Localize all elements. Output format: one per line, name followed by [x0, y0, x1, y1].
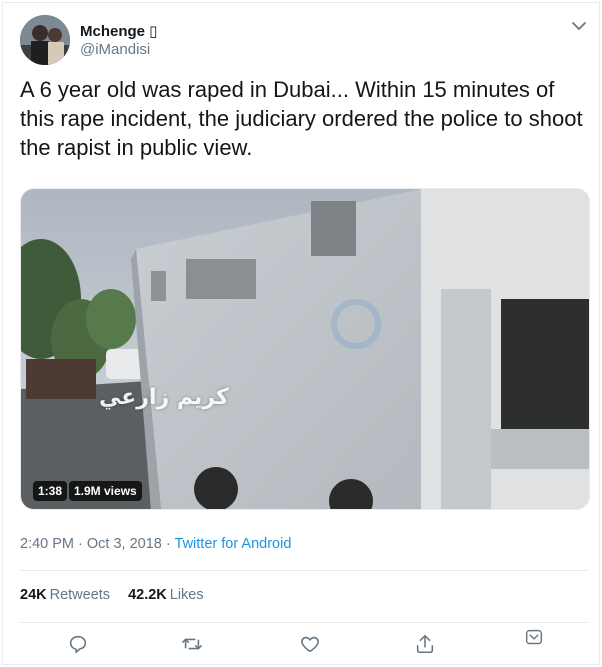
share-icon[interactable]: [414, 633, 436, 655]
meta-separator: ·: [78, 536, 83, 552]
author-name[interactable]: Mchenge ▯: [80, 22, 157, 40]
bookmark-icon[interactable]: [523, 627, 545, 649]
tweet-source-link[interactable]: Twitter for Android: [175, 536, 292, 552]
heart-icon[interactable]: [299, 633, 321, 655]
tweet-text: A 6 year old was raped in Dubai... Withi…: [20, 77, 583, 160]
retweets-label: Retweets: [49, 587, 111, 603]
divider: [20, 570, 588, 571]
tweet-time[interactable]: 2:40 PM: [20, 536, 74, 552]
tweet-card: Mchenge ▯ @iMandisi A 6 year old was rap…: [2, 2, 600, 665]
retweets-stat[interactable]: 24K Retweets: [20, 587, 110, 603]
video-watermark-text: كريم زارعي: [99, 385, 229, 410]
tweet-stats: 24K Retweets 42.2K Likes: [20, 587, 204, 603]
video-views-badge: 1.9M views: [69, 481, 142, 501]
divider-2: [20, 622, 588, 623]
retweets-count: 24K: [20, 587, 47, 603]
video-player[interactable]: كريم زارعي 1:38 1.9M views: [20, 188, 590, 510]
likes-label: Likes: [169, 587, 204, 603]
chevron-down-icon[interactable]: [570, 17, 588, 35]
video-duration-badge: 1:38: [33, 481, 68, 501]
meta-separator-2: ·: [165, 536, 171, 552]
retweet-icon[interactable]: [181, 633, 203, 655]
author-name-text: Mchenge ▯: [80, 23, 158, 40]
tweet-meta: 2:40 PM · Oct 3, 2018 · Twitter for Andr…: [20, 536, 291, 552]
video-thumbnail: [21, 189, 589, 509]
likes-count: 42.2K: [128, 587, 167, 603]
likes-stat[interactable]: 42.2K Likes: [128, 587, 204, 603]
tweet-actions: [3, 624, 601, 660]
avatar[interactable]: [20, 15, 70, 65]
reply-icon[interactable]: [67, 633, 89, 655]
author-handle[interactable]: @iMandisi: [80, 41, 150, 58]
tweet-date[interactable]: Oct 3, 2018: [87, 536, 162, 552]
